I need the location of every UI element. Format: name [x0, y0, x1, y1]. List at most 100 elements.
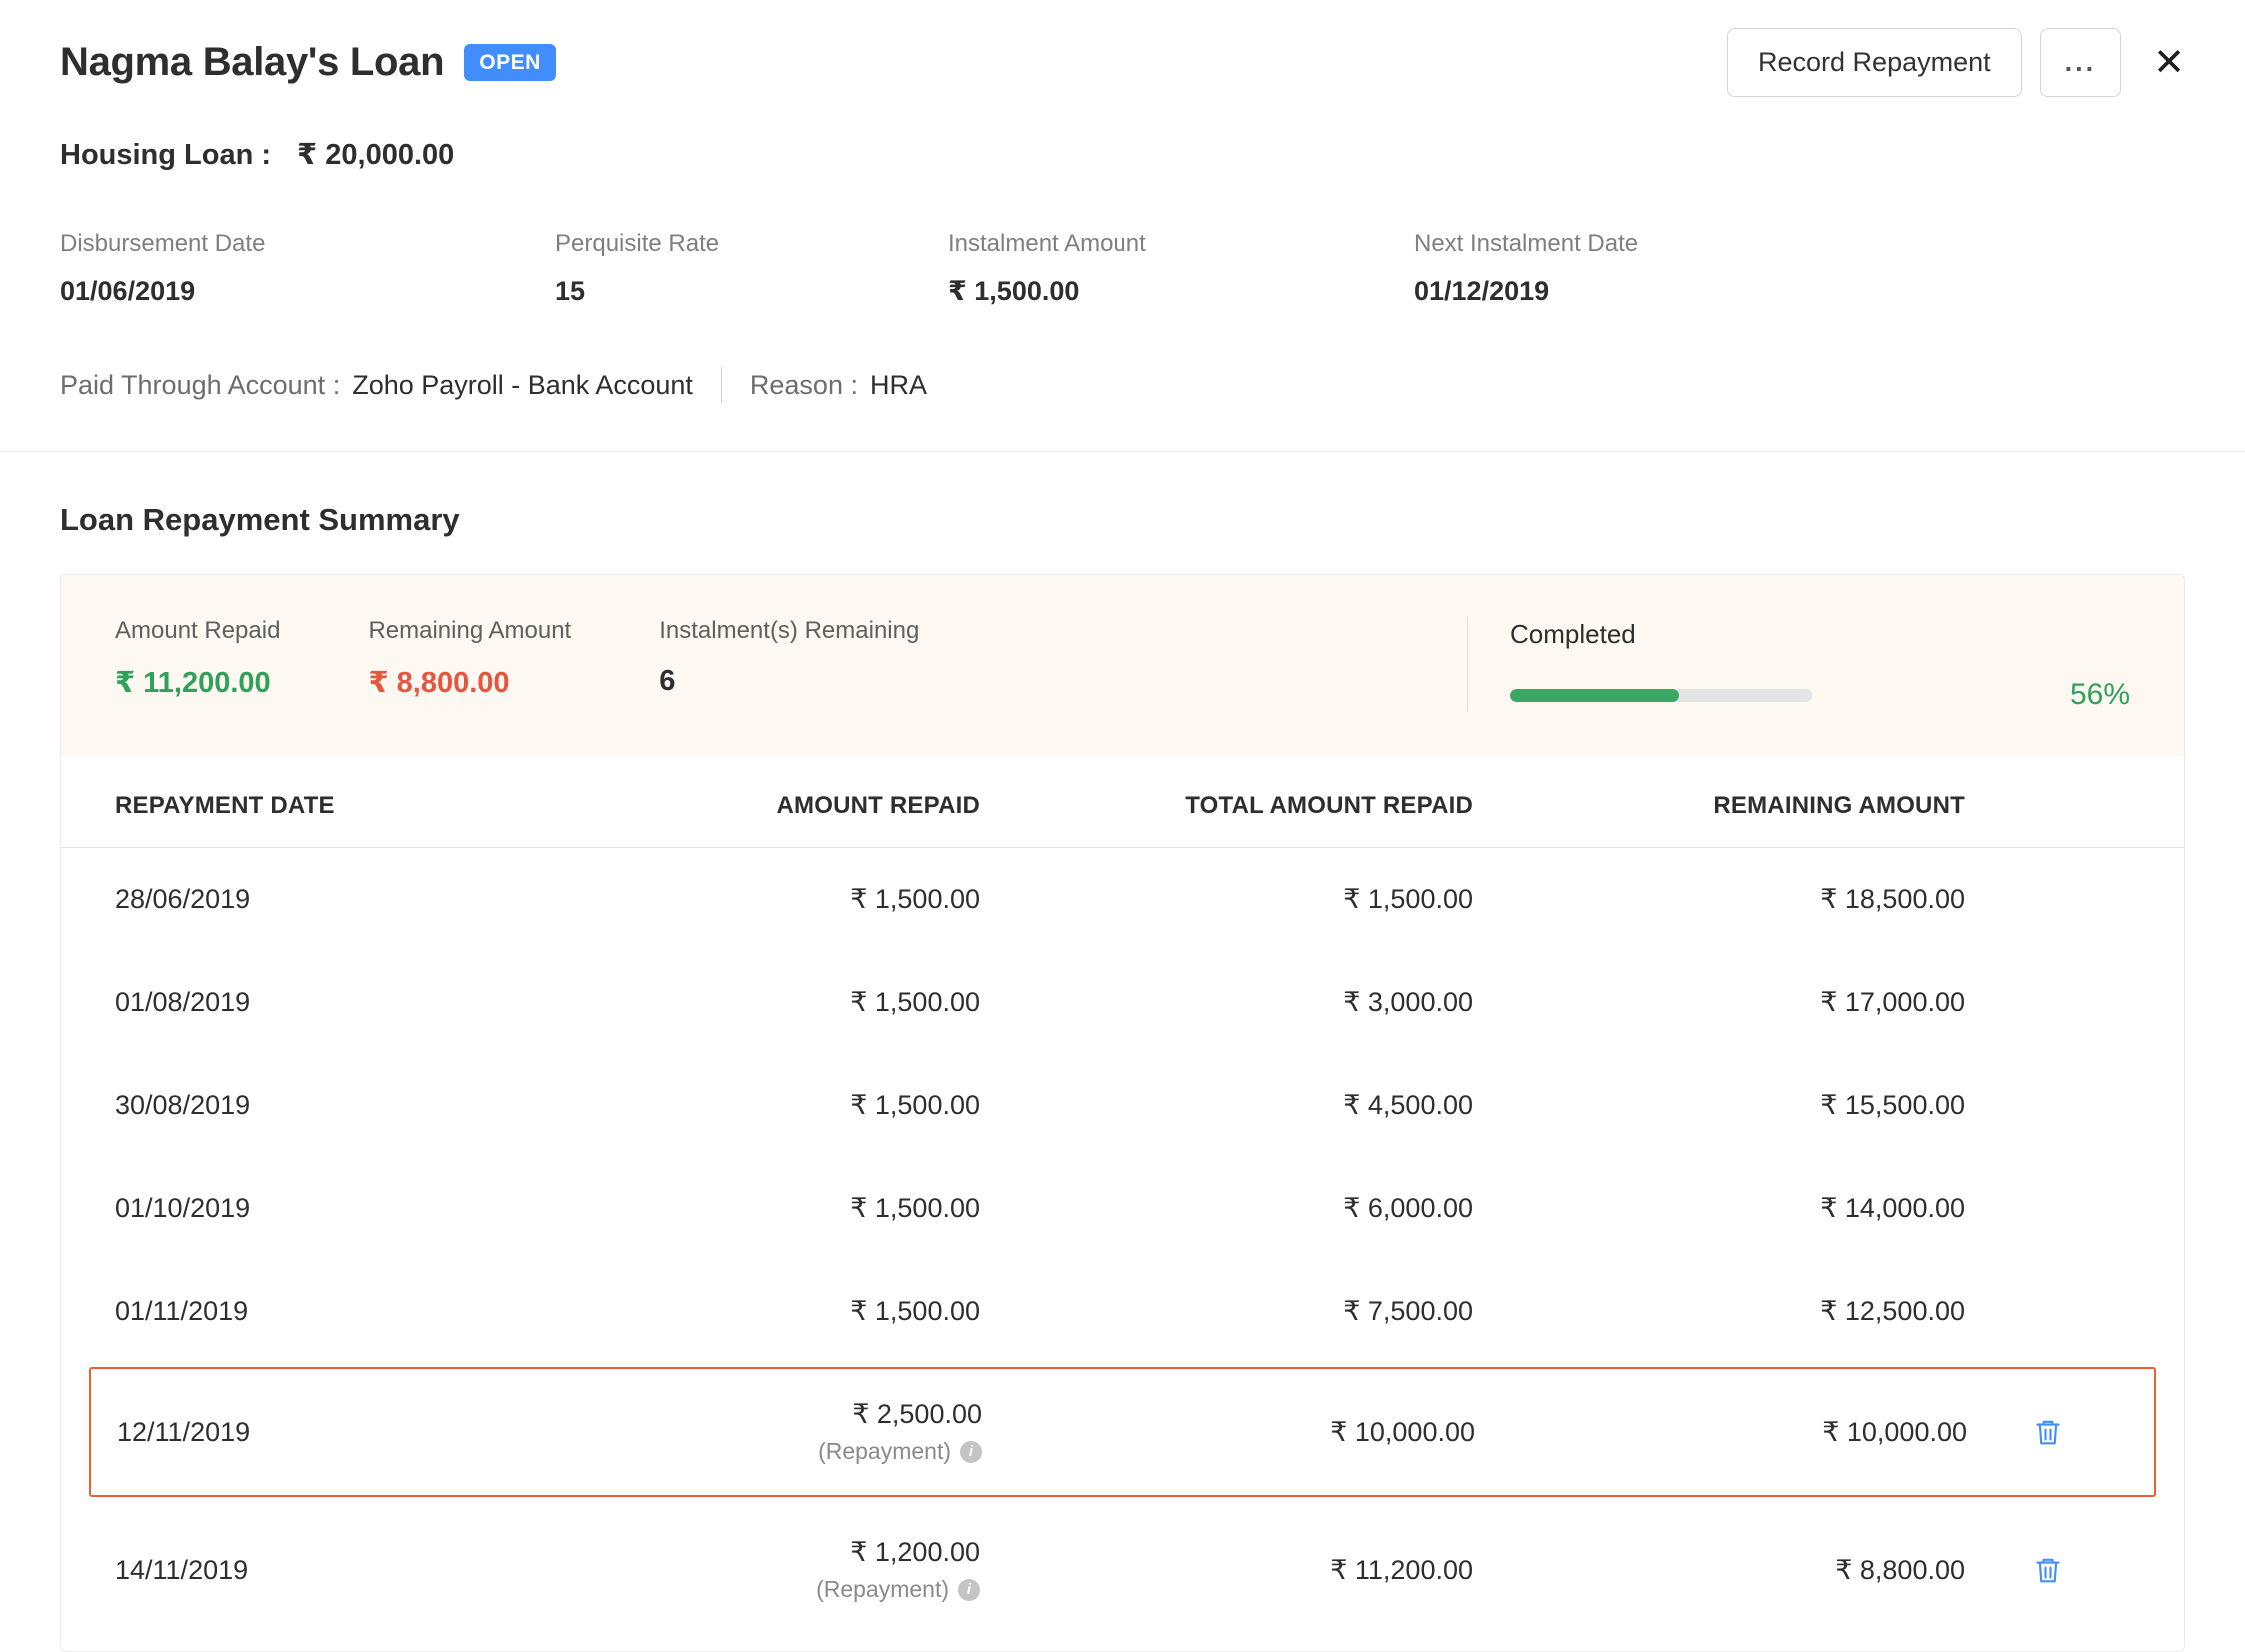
table-body: 28/06/2019 ₹ 1,500.00 ₹ 1,500.00 ₹ 18,50… — [61, 848, 2184, 1639]
remaining-amount-cell: ₹ 10,000.00 — [1475, 1417, 1967, 1448]
record-repayment-button[interactable]: Record Repayment — [1727, 28, 2022, 97]
detail-label: Perquisite Rate — [555, 230, 948, 258]
delete-repayment-button[interactable] — [2033, 1417, 2063, 1447]
row-actions-cell — [1967, 1417, 2128, 1447]
table-row: 01/11/2019 ₹ 1,500.00 ₹ 7,500.00 ₹ 12,50… — [115, 1260, 2130, 1363]
detail-next-instalment-date: Next Instalment Date 01/12/2019 — [1414, 230, 1638, 307]
amount-repaid-cell: ₹ 1,500.00 — [495, 1090, 980, 1121]
detail-label: Next Instalment Date — [1414, 230, 1638, 258]
stat-value: 6 — [659, 665, 919, 698]
summary-stats: Amount Repaid ₹ 11,200.00 Remaining Amou… — [115, 617, 919, 700]
loan-details-page: Nagma Balay's Loan OPEN Record Repayment… — [0, 0, 2245, 1652]
stat-amount-repaid: Amount Repaid ₹ 11,200.00 — [115, 617, 280, 700]
info-icon[interactable]: i — [958, 1579, 980, 1601]
total-amount-repaid-cell: ₹ 7,500.00 — [980, 1296, 1473, 1327]
repayment-date-cell: 30/08/2019 — [115, 1090, 495, 1121]
repayment-date-cell: 12/11/2019 — [117, 1417, 497, 1448]
detail-value: 01/06/2019 — [60, 276, 555, 307]
remaining-amount-cell: ₹ 15,500.00 — [1473, 1090, 1965, 1121]
vertical-divider — [721, 367, 722, 403]
repayment-date-cell: 01/10/2019 — [115, 1193, 495, 1224]
repayment-summary-card: Amount Repaid ₹ 11,200.00 Remaining Amou… — [60, 574, 2185, 1652]
detail-value: ₹ 1,500.00 — [948, 276, 1414, 307]
completed-label: Completed — [1510, 619, 2130, 650]
stat-label: Instalment(s) Remaining — [659, 617, 919, 645]
table-row: 01/10/2019 ₹ 1,500.00 ₹ 6,000.00 ₹ 14,00… — [115, 1157, 2130, 1260]
progress-bar — [1510, 689, 1812, 702]
repayment-date-cell: 01/11/2019 — [115, 1296, 495, 1327]
detail-label: Disbursement Date — [60, 230, 555, 258]
info-icon[interactable]: i — [960, 1441, 982, 1463]
total-amount-repaid-cell: ₹ 4,500.00 — [980, 1090, 1473, 1121]
table-row-highlighted: 12/11/2019 ₹ 2,500.00 (Repayment) i ₹ 10… — [89, 1367, 2156, 1497]
stat-label: Remaining Amount — [368, 617, 571, 645]
table-row: 28/06/2019 ₹ 1,500.00 ₹ 1,500.00 ₹ 18,50… — [115, 848, 2130, 951]
stat-remaining-amount: Remaining Amount ₹ 8,800.00 — [368, 617, 571, 700]
header-actions: Record Repayment ... ✕ — [1727, 28, 2185, 97]
column-header-actions — [1965, 792, 2130, 820]
detail-value: 15 — [555, 276, 948, 307]
page-header: Nagma Balay's Loan OPEN Record Repayment… — [60, 0, 2185, 123]
repayment-date-cell: 28/06/2019 — [115, 884, 495, 915]
total-amount-repaid-cell: ₹ 11,200.00 — [980, 1555, 1473, 1586]
row-actions-cell — [1965, 1555, 2130, 1585]
column-header-amount-repaid: AMOUNT REPAID — [495, 792, 980, 820]
total-amount-repaid-cell: ₹ 1,500.00 — [980, 884, 1473, 915]
paid-through-row: Paid Through Account : Zoho Payroll - Ba… — [60, 367, 2185, 403]
detail-label: Instalment Amount — [948, 230, 1414, 258]
reason-value: HRA — [870, 370, 927, 401]
close-icon[interactable]: ✕ — [2153, 44, 2185, 82]
amount-repaid-cell: ₹ 1,500.00 — [495, 987, 980, 1018]
loan-amount: ₹ 20,000.00 — [297, 137, 454, 172]
total-amount-repaid-cell: ₹ 10,000.00 — [982, 1417, 1475, 1448]
trash-icon — [2033, 1417, 2063, 1447]
stat-value: ₹ 8,800.00 — [368, 665, 571, 700]
loan-detail-grid: Disbursement Date 01/06/2019 Perquisite … — [60, 230, 2185, 307]
column-header-repayment-date: REPAYMENT DATE — [115, 792, 495, 820]
progress-section: Completed 56% — [1510, 617, 2130, 712]
stat-instalments-remaining: Instalment(s) Remaining 6 — [659, 617, 919, 700]
table-row: 01/08/2019 ₹ 1,500.00 ₹ 3,000.00 ₹ 17,00… — [115, 951, 2130, 1054]
section-heading: Loan Repayment Summary — [60, 502, 2185, 538]
detail-disbursement-date: Disbursement Date 01/06/2019 — [60, 230, 555, 307]
remaining-amount-cell: ₹ 12,500.00 — [1473, 1296, 1965, 1327]
amount-repaid-cell: ₹ 2,500.00 (Repayment) i — [497, 1399, 982, 1465]
paid-through-label: Paid Through Account : — [60, 370, 340, 401]
table-row: 14/11/2019 ₹ 1,200.00 (Repayment) i ₹ 11… — [115, 1501, 2130, 1639]
repayment-note-text: (Repayment) — [818, 1438, 951, 1465]
repayment-date-cell: 01/08/2019 — [115, 987, 495, 1018]
summary-strip: Amount Repaid ₹ 11,200.00 Remaining Amou… — [61, 575, 2184, 756]
stat-label: Amount Repaid — [115, 617, 280, 645]
amount-repaid-cell: ₹ 1,500.00 — [495, 1193, 980, 1224]
remaining-amount-cell: ₹ 18,500.00 — [1473, 884, 1965, 915]
total-amount-repaid-cell: ₹ 6,000.00 — [980, 1193, 1473, 1224]
amount-repaid-cell: ₹ 1,200.00 (Repayment) i — [495, 1537, 980, 1603]
summary-vertical-divider — [1467, 617, 1468, 712]
column-header-remaining-amount: REMAINING AMOUNT — [1473, 792, 1965, 820]
column-header-total-amount-repaid: TOTAL AMOUNT REPAID — [980, 792, 1473, 820]
trash-icon — [2033, 1555, 2063, 1585]
page-title: Nagma Balay's Loan — [60, 40, 444, 85]
remaining-amount-cell: ₹ 17,000.00 — [1473, 987, 1965, 1018]
more-options-button[interactable]: ... — [2040, 28, 2122, 97]
amount-repaid-value: ₹ 2,500.00 — [497, 1399, 982, 1430]
status-badge: OPEN — [464, 44, 556, 81]
total-amount-repaid-cell: ₹ 3,000.00 — [980, 987, 1473, 1018]
detail-value: 01/12/2019 — [1414, 276, 1638, 307]
repayment-note-text: (Repayment) — [816, 1576, 949, 1603]
repayment-note: (Repayment) i — [495, 1576, 980, 1603]
paid-through-value: Zoho Payroll - Bank Account — [352, 370, 693, 401]
progress-fill — [1510, 689, 1679, 702]
amount-repaid-cell: ₹ 1,500.00 — [495, 1296, 980, 1327]
detail-instalment-amount: Instalment Amount ₹ 1,500.00 — [948, 230, 1414, 307]
table-header: REPAYMENT DATE AMOUNT REPAID TOTAL AMOUN… — [61, 756, 2184, 848]
remaining-amount-cell: ₹ 8,800.00 — [1473, 1555, 1965, 1586]
delete-repayment-button[interactable] — [2033, 1555, 2063, 1585]
detail-perquisite-rate: Perquisite Rate 15 — [555, 230, 948, 307]
stat-value: ₹ 11,200.00 — [115, 665, 280, 700]
amount-repaid-value: ₹ 1,200.00 — [495, 1537, 980, 1568]
loan-type-label: Housing Loan : — [60, 139, 271, 172]
loan-headline: Housing Loan : ₹ 20,000.00 — [60, 137, 2185, 172]
repayment-note: (Repayment) i — [497, 1438, 982, 1465]
progress-row: 56% — [1510, 678, 2130, 712]
